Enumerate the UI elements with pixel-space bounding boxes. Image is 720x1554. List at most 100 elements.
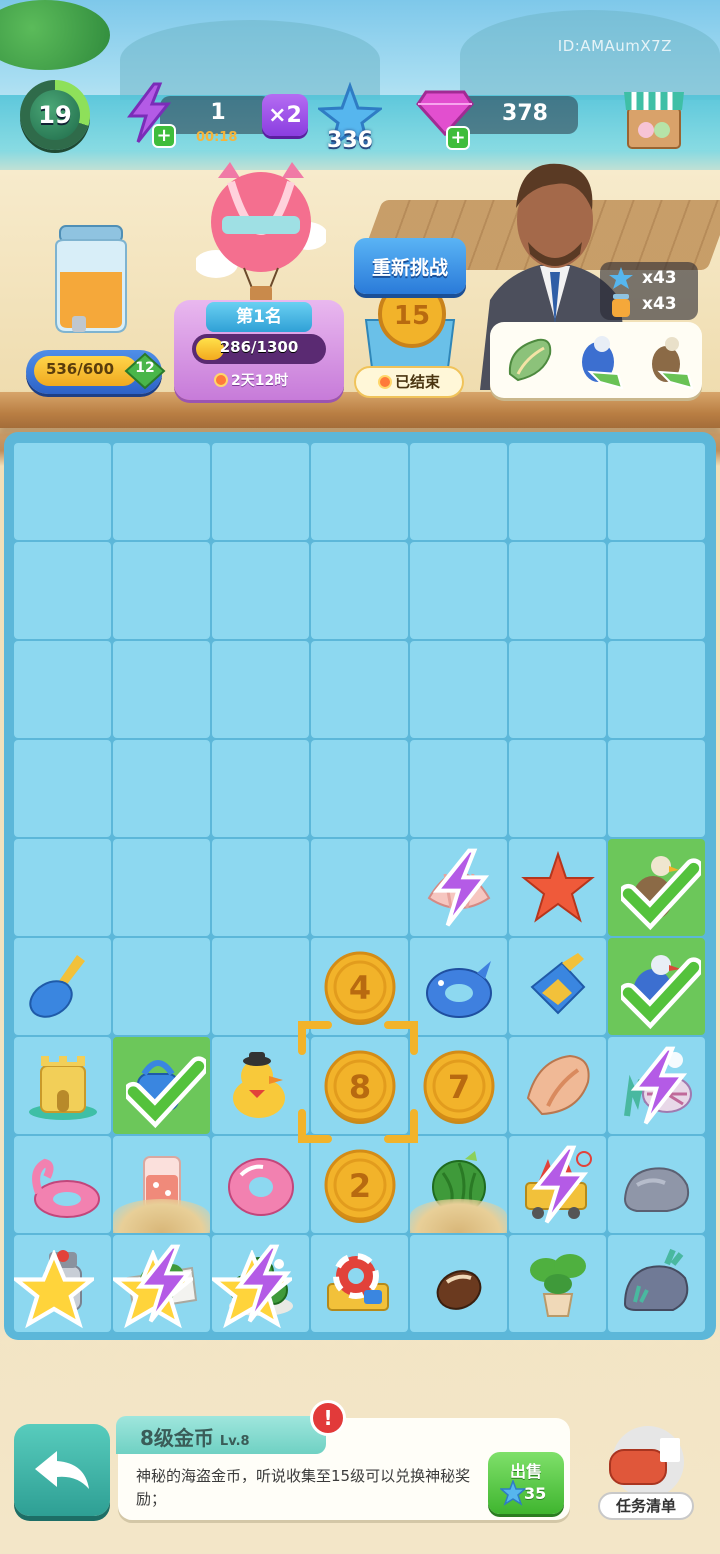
board-item-conch[interactable] — [509, 1037, 606, 1134]
board-cell-empty[interactable] — [212, 740, 309, 837]
sell-price: 35 — [524, 1484, 547, 1503]
board-item-pigeon-done[interactable] — [608, 938, 705, 1035]
board-cell-empty[interactable] — [608, 443, 705, 540]
check-icon — [621, 957, 701, 1030]
board-cell-empty[interactable] — [311, 542, 408, 639]
board-cell-empty[interactable] — [212, 938, 309, 1035]
board-item-seagull-done[interactable] — [608, 839, 705, 936]
retry-challenge-button[interactable]: 重新挑战 — [354, 238, 466, 294]
board-item-starfish[interactable] — [509, 839, 606, 936]
board-item-sandcastle[interactable] — [14, 1037, 111, 1134]
order-panel[interactable] — [490, 322, 702, 398]
sell-label: 出售 — [509, 1462, 542, 1481]
board-item-rock[interactable] — [608, 1136, 705, 1233]
board-item-shovel[interactable] — [14, 938, 111, 1035]
challenge-coin-number: 15 — [394, 301, 430, 331]
add-gems-button[interactable]: + — [446, 126, 470, 150]
board-cell-empty[interactable] — [509, 641, 606, 738]
challenge-status: 已结束 — [354, 366, 464, 398]
board-cell-empty[interactable] — [14, 443, 111, 540]
item-title: 8级金币 Lv.8 — [140, 1422, 250, 1451]
board-item-rock-coral[interactable] — [608, 1235, 705, 1332]
board-item-coin-2[interactable]: 2 — [311, 1136, 408, 1233]
board-cell-empty[interactable] — [410, 542, 507, 639]
board-item-seed[interactable] — [410, 1235, 507, 1332]
board-cell-empty[interactable] — [212, 641, 309, 738]
back-button[interactable] — [14, 1424, 110, 1516]
event-rank: 第1名 — [206, 302, 312, 332]
board-cell-empty[interactable] — [410, 443, 507, 540]
board-cell-empty[interactable] — [14, 641, 111, 738]
board-item-flamingo[interactable] — [14, 1136, 111, 1233]
board-item-juice[interactable] — [113, 1136, 210, 1233]
board-item-melon-cart[interactable] — [113, 1235, 210, 1332]
board-item-float-ring[interactable] — [410, 938, 507, 1035]
selection-frame — [298, 1021, 418, 1143]
board-cell-empty[interactable] — [14, 839, 111, 936]
board-cell-empty[interactable] — [311, 641, 408, 738]
item-name: 8级金币 — [140, 1426, 214, 1450]
board-cell-empty[interactable] — [212, 443, 309, 540]
check-icon — [126, 1056, 206, 1129]
board-item-coin-7[interactable]: 7 — [410, 1037, 507, 1134]
star-reward-count: x43 — [642, 268, 677, 288]
coin-number: 4 — [348, 969, 370, 1007]
board-cell-empty[interactable] — [410, 740, 507, 837]
board-cell-empty[interactable] — [311, 839, 408, 936]
star-reward-icon — [609, 267, 633, 289]
board-cell-empty[interactable] — [14, 542, 111, 639]
event-timer: 2天12时 — [214, 370, 288, 390]
board-item-grill[interactable] — [14, 1235, 111, 1332]
board-item-scoop[interactable] — [509, 938, 606, 1035]
board-item-duck[interactable] — [212, 1037, 309, 1134]
hot-air-balloon-icon[interactable] — [196, 160, 326, 310]
item-description: 神秘的海盗金币，听说收集至15级可以兑换神秘奖励； — [136, 1467, 471, 1508]
board-cell-empty[interactable] — [509, 740, 606, 837]
jar-reward-icon — [612, 294, 630, 317]
board-cell-empty[interactable] — [311, 740, 408, 837]
board-cell-empty[interactable] — [410, 641, 507, 738]
shop-icon[interactable] — [620, 82, 688, 152]
board-cell-empty[interactable] — [509, 542, 606, 639]
energy-bolt-icon — [531, 1145, 589, 1224]
board-cell-empty[interactable] — [608, 542, 705, 639]
energy-bolt-icon — [630, 1046, 688, 1125]
sand-mound — [410, 1199, 507, 1233]
board-item-watering-can-done[interactable] — [113, 1037, 210, 1134]
energy-multiplier-button[interactable]: ×2 — [262, 94, 308, 136]
board-cell-empty[interactable] — [113, 443, 210, 540]
board-item-donut-ring[interactable] — [212, 1136, 309, 1233]
board-cell-empty[interactable] — [113, 938, 210, 1035]
board-item-watermelon[interactable] — [410, 1136, 507, 1233]
board-cell-empty[interactable] — [212, 839, 309, 936]
board-item-plant[interactable] — [509, 1235, 606, 1332]
sand-mound — [113, 1199, 210, 1233]
board-item-coral[interactable] — [608, 1037, 705, 1134]
board-cell-empty[interactable] — [113, 740, 210, 837]
merge-grid: 4872 — [14, 443, 706, 1332]
board-cell-empty[interactable] — [311, 443, 408, 540]
task-list-button[interactable]: 任务清单 — [598, 1492, 694, 1520]
board-item-melon-pile[interactable] — [212, 1235, 309, 1332]
board-cell-empty[interactable] — [509, 443, 606, 540]
board-cell-empty[interactable] — [14, 740, 111, 837]
board-cell-empty[interactable] — [113, 641, 210, 738]
honey-jar-icon[interactable] — [48, 222, 134, 340]
player-level-badge[interactable]: 19 — [20, 80, 90, 150]
board-cell-empty[interactable] — [113, 542, 210, 639]
event-time-left: 2天12时 — [231, 373, 289, 389]
add-energy-button[interactable]: + — [152, 124, 176, 148]
board-item-surf-cart[interactable] — [509, 1136, 606, 1233]
energy-value: 1 — [210, 100, 226, 125]
alert-icon[interactable]: ! — [310, 1400, 346, 1436]
board-cell-empty[interactable] — [212, 542, 309, 639]
board-cell-empty[interactable] — [113, 839, 210, 936]
user-id: ID:AMAumX7Z — [557, 37, 672, 55]
board-cell-empty[interactable] — [608, 641, 705, 738]
item-level: Lv.8 — [219, 1434, 250, 1449]
jar-level: 12 — [135, 360, 155, 376]
check-icon — [621, 858, 701, 931]
board-item-shell[interactable] — [410, 839, 507, 936]
board-cell-empty[interactable] — [608, 740, 705, 837]
board-item-lifebuoy-cart[interactable] — [311, 1235, 408, 1332]
